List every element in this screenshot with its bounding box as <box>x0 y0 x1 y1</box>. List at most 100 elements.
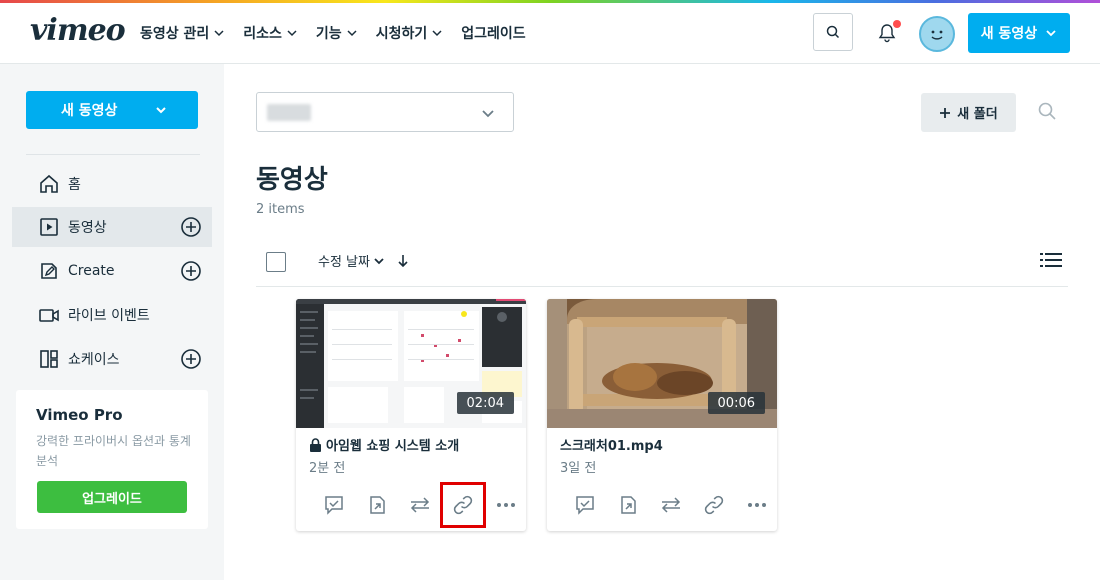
swap-arrows-icon <box>410 497 429 513</box>
video-timestamp: 2분 전 <box>309 461 346 476</box>
sort-label: 수정 날짜 <box>318 255 370 270</box>
avatar[interactable] <box>919 16 955 52</box>
new-video-button[interactable]: 새 동영상 <box>968 13 1070 53</box>
top-navigation-bar: vimeo 동영상 관리 리소스 기능 시청하기 업그레이드 새 동영상 <box>0 3 1100 64</box>
swap-arrows-icon <box>661 497 680 513</box>
nav-label: 리소스 <box>243 26 282 42</box>
more-options-button[interactable] <box>735 494 778 516</box>
video-card[interactable]: 02:04 아임웹 쇼핑 시스템 소개 2분 전 <box>296 299 526 531</box>
pro-description: 강력한 프라이버시 옵션과 통계 분석 <box>36 434 191 468</box>
sidebar-item-showcase[interactable]: 쇼케이스 <box>12 339 212 379</box>
duration-badge: 02:04 <box>456 392 514 414</box>
review-button[interactable] <box>563 494 606 516</box>
video-card[interactable]: 00:06 스크래처01.mp4 3일 전 <box>547 299 777 531</box>
nav-label: 기능 <box>315 26 342 42</box>
showcase-icon <box>38 348 60 370</box>
new-video-label: 새 동영상 <box>980 26 1038 42</box>
arrow-down-icon[interactable] <box>396 253 410 269</box>
nav-watch[interactable]: 시청하기 <box>376 23 444 43</box>
replace-button[interactable] <box>649 494 692 516</box>
header-search-button[interactable] <box>813 13 853 51</box>
folder-name-redacted <box>267 104 311 121</box>
sidebar-item-videos[interactable]: 동영상 <box>12 207 212 247</box>
add-circle-icon[interactable] <box>180 348 202 370</box>
video-icon <box>38 216 60 238</box>
sidebar-divider <box>26 154 200 155</box>
copy-link-button[interactable] <box>692 494 735 516</box>
sidebar-item-label: Create <box>68 263 115 279</box>
sidebar-new-video-label: 새 동영상 <box>61 103 118 119</box>
more-options-button[interactable] <box>484 494 527 516</box>
list-view-icon[interactable] <box>1040 250 1062 270</box>
main-nav: 동영상 관리 리소스 기능 시청하기 업그레이드 <box>140 23 544 43</box>
copy-link-button[interactable] <box>440 482 486 528</box>
search-icon[interactable] <box>1037 101 1057 121</box>
nav-label: 동영상 관리 <box>140 26 210 42</box>
replace-button[interactable] <box>398 494 441 516</box>
video-thumbnail[interactable]: 00:06 <box>547 299 777 428</box>
sort-dropdown[interactable]: 수정 날짜 <box>318 251 410 270</box>
share-icon <box>369 496 385 514</box>
sidebar-new-video-button[interactable]: 새 동영상 <box>26 91 198 129</box>
new-folder-label: 새 폴더 <box>957 107 998 122</box>
nav-resources[interactable]: 리소스 <box>243 23 298 43</box>
main-content: 새 폴더 동영상 2 items 수정 날짜 02:04 아임웹 쇼핑 시스템 … <box>224 64 1100 580</box>
lock-icon <box>310 437 321 452</box>
chevron-down-icon <box>347 30 357 37</box>
link-icon <box>704 495 723 515</box>
more-horizontal-icon <box>747 503 766 507</box>
sidebar-item-label: 쇼케이스 <box>68 352 120 368</box>
live-camera-icon <box>38 304 60 326</box>
sidebar-item-label: 동영상 <box>68 220 107 236</box>
sidebar-item-label: 라이브 이벤트 <box>68 308 150 324</box>
video-title-text: 아임웹 쇼핑 시스템 소개 <box>326 439 460 454</box>
vimeo-logo[interactable]: vimeo <box>30 13 126 48</box>
nav-label: 업그레이드 <box>461 26 526 42</box>
add-circle-icon[interactable] <box>180 260 202 282</box>
toolbar-divider <box>256 286 1068 287</box>
sidebar: 새 동영상 홈 동영상 Create 라이브 이벤트 쇼케이스 Vimeo Pr… <box>0 64 224 580</box>
sidebar-item-live-events[interactable]: 라이브 이벤트 <box>12 295 212 335</box>
chevron-down-icon <box>374 257 384 264</box>
sidebar-item-label: 홈 <box>68 177 81 193</box>
video-actions <box>312 482 527 528</box>
add-circle-icon[interactable] <box>180 216 202 238</box>
video-actions <box>563 494 778 516</box>
home-icon <box>38 173 60 195</box>
video-timestamp: 3일 전 <box>560 461 597 476</box>
chevron-down-icon <box>287 30 297 37</box>
nav-manage-videos[interactable]: 동영상 관리 <box>140 23 225 43</box>
folder-select[interactable] <box>256 92 514 132</box>
item-count: 2 items <box>256 202 305 217</box>
nav-label: 시청하기 <box>375 26 428 42</box>
duration-badge: 00:06 <box>707 392 765 414</box>
link-icon <box>453 495 473 515</box>
page-title: 동영상 <box>256 165 328 195</box>
sidebar-item-home[interactable]: 홈 <box>12 164 212 204</box>
sidebar-item-create[interactable]: Create <box>12 251 212 291</box>
new-folder-button[interactable]: 새 폴더 <box>921 93 1016 132</box>
more-horizontal-icon <box>496 503 515 507</box>
share-button[interactable] <box>355 494 398 516</box>
review-button[interactable] <box>312 494 355 516</box>
nav-features[interactable]: 기능 <box>316 23 358 43</box>
upgrade-button[interactable]: 업그레이드 <box>37 481 187 513</box>
notification-dot <box>893 20 901 28</box>
smile-face-icon <box>931 30 943 40</box>
plus-icon <box>940 107 951 118</box>
chevron-down-icon <box>214 30 224 37</box>
search-icon <box>826 25 840 39</box>
share-button[interactable] <box>606 494 649 516</box>
pro-title: Vimeo Pro <box>36 406 123 424</box>
review-icon <box>324 496 343 515</box>
vimeo-pro-promo-card: Vimeo Pro 강력한 프라이버시 옵션과 통계 분석 업그레이드 <box>16 390 208 529</box>
chevron-down-icon <box>482 110 494 118</box>
video-thumbnail[interactable]: 02:04 <box>296 299 526 428</box>
share-icon <box>620 496 636 514</box>
video-title[interactable]: 스크래처01.mp4 <box>560 435 663 454</box>
select-all-checkbox[interactable] <box>266 252 286 272</box>
video-title[interactable]: 아임웹 쇼핑 시스템 소개 <box>309 435 459 454</box>
video-title-text: 스크래처01.mp4 <box>560 439 663 454</box>
nav-upgrade[interactable]: 업그레이드 <box>461 23 525 43</box>
chevron-down-icon <box>156 107 166 114</box>
